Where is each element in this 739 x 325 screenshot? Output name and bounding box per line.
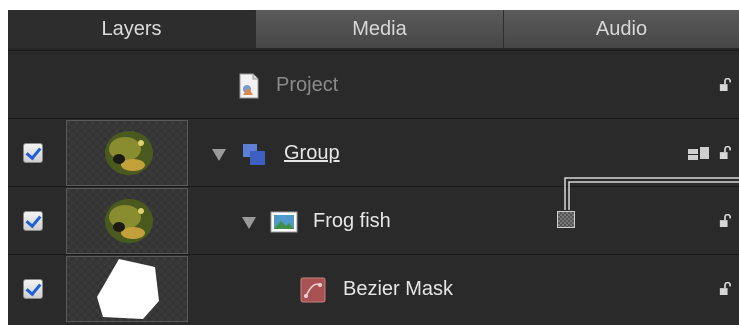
group-link-connector — [564, 177, 739, 210]
layers-panel: Layers Media Audio Project Group Frog fi… — [8, 10, 739, 325]
